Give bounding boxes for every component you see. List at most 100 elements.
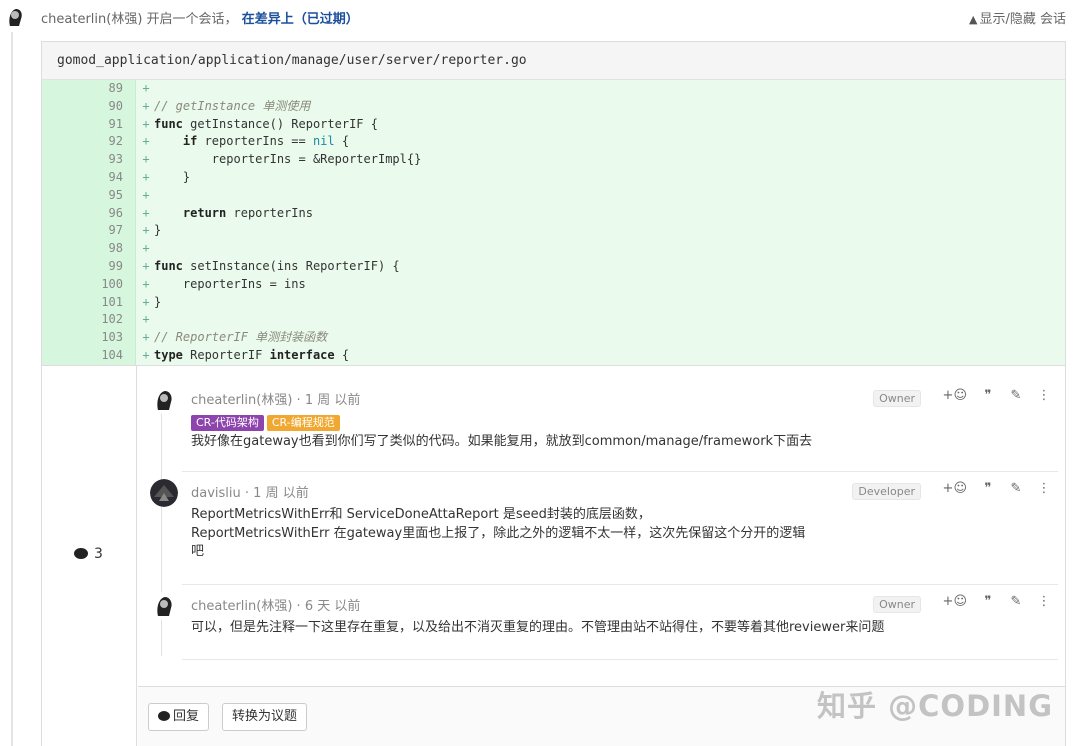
quote-icon[interactable]: ❞ (981, 481, 995, 496)
more-icon[interactable]: ⋮ (1037, 388, 1051, 403)
note-author[interactable]: davisliu (191, 486, 241, 501)
avatar[interactable] (150, 386, 178, 414)
emoji-icon[interactable]: +☺ (943, 594, 967, 609)
new-line-number[interactable]: 98 (89, 240, 136, 258)
new-line-number[interactable]: 101 (89, 293, 136, 312)
emoji-icon[interactable]: +☺ (943, 481, 967, 496)
discussion-gutter: 3 (42, 366, 137, 746)
edit-icon[interactable]: ✎ (1009, 481, 1023, 496)
new-line-number[interactable]: 93 (89, 151, 136, 169)
new-line-number[interactable]: 91 (89, 115, 136, 134)
added-marker: + (142, 241, 150, 256)
old-line-number (42, 329, 89, 347)
note-meta: cheaterlin(林强) · 1 周 以前 (191, 393, 361, 408)
note-time: 1 周 以前 (253, 486, 309, 501)
note-body: ReportMetricsWithErr和 ServiceDoneAttaRep… (191, 506, 805, 562)
new-line-number[interactable]: 94 (89, 168, 136, 187)
old-line-number (42, 346, 89, 365)
header-status[interactable]: 在差异上（已过期） (242, 12, 359, 27)
label-badge[interactable]: CR-代码架构 (191, 415, 264, 431)
more-icon[interactable]: ⋮ (1037, 594, 1051, 609)
added-marker: + (142, 134, 150, 149)
header-author[interactable]: cheaterlin(林强) (41, 12, 142, 27)
note-body: 我好像在gateway也看到你们写了类似的代码。如果能复用，就放到common/… (191, 433, 812, 452)
toggle-discussion-button[interactable]: ▲ 显示/隐藏 会话 (969, 8, 1066, 27)
note-item: cheaterlin(林强) · 6 天 以前 Owner +☺ ❞ ✎ ⋮ 可… (138, 592, 1065, 660)
old-line-number (42, 133, 89, 152)
new-line-number[interactable]: 97 (89, 222, 136, 241)
new-line-number[interactable]: 104 (89, 346, 136, 365)
code-line: 100 + reporterIns = ins (42, 275, 1065, 294)
note-item: davisliu · 1 周 以前 Developer +☺ ❞ ✎ ⋮ Rep… (138, 479, 1065, 585)
added-marker: + (142, 258, 150, 273)
code-line: 89 + (42, 80, 1065, 98)
note-body: 可以，但是先注释一下这里存在重复，以及给出不消灭重复的理由。不管理由站不站得住，… (191, 619, 884, 638)
note-time: 1 周 以前 (304, 393, 361, 408)
code-text: } (154, 223, 162, 238)
old-line-number (42, 80, 89, 98)
old-line-number (42, 168, 89, 187)
new-line-number[interactable]: 92 (89, 133, 136, 152)
old-line-number (42, 222, 89, 241)
convert-to-issue-button[interactable]: 转换为议题 (222, 703, 308, 731)
added-marker: + (142, 187, 150, 202)
old-line-number (42, 257, 89, 276)
toggle-label: 显示/隐藏 会话 (979, 12, 1066, 27)
comment-count[interactable]: 3 (74, 546, 103, 562)
old-line-number (42, 115, 89, 134)
new-line-number[interactable]: 100 (89, 275, 136, 294)
note-item: cheaterlin(林强) · 1 周 以前 Owner +☺ ❞ ✎ ⋮ C… (138, 386, 1065, 472)
note-meta: cheaterlin(林强) · 6 天 以前 (191, 599, 361, 614)
role-badge: Owner (873, 596, 921, 613)
old-line-number (42, 240, 89, 258)
added-marker: + (142, 347, 150, 362)
note-actions: +☺ ❞ ✎ ⋮ (943, 594, 1051, 609)
code-text: // getInstance 单测使用 (154, 98, 311, 113)
quote-icon[interactable]: ❞ (981, 594, 995, 609)
note-author[interactable]: cheaterlin(林强) (191, 393, 292, 408)
edit-icon[interactable]: ✎ (1009, 388, 1023, 403)
new-line-number[interactable]: 102 (89, 311, 136, 330)
new-line-number[interactable]: 96 (89, 204, 136, 223)
new-line-number[interactable]: 90 (89, 97, 136, 116)
old-line-number (42, 204, 89, 223)
code-line: 92 + if reporterIns == nil { (42, 133, 1065, 152)
chevron-up-icon: ▲ (969, 13, 978, 26)
old-line-number (42, 293, 89, 312)
code-text: func getInstance() ReporterIF { (154, 116, 378, 131)
code-line: 98 + (42, 240, 1065, 258)
label-badge[interactable]: CR-编程规范 (266, 415, 340, 431)
note-body-line: 吧 (191, 544, 205, 559)
new-line-number[interactable]: 103 (89, 329, 136, 347)
added-marker: + (142, 169, 150, 184)
added-marker: + (142, 81, 150, 95)
avatar[interactable] (150, 592, 178, 620)
note-actions: +☺ ❞ ✎ ⋮ (943, 481, 1051, 496)
more-icon[interactable]: ⋮ (1037, 481, 1051, 496)
code-text: // ReporterIF 单测封装函数 (154, 330, 328, 345)
quote-icon[interactable]: ❞ (981, 388, 995, 403)
comment-count-value: 3 (94, 546, 103, 562)
label-list: CR-代码架构 CR-编程规范 (191, 411, 343, 431)
note-divider (182, 584, 1058, 585)
code-line: 101 +} (42, 293, 1065, 312)
file-path[interactable]: gomod_application/application/manage/use… (42, 42, 1065, 80)
avatar[interactable] (150, 479, 178, 507)
added-marker: + (142, 116, 150, 131)
new-line-number[interactable]: 89 (89, 80, 136, 98)
note-body-line: ReportMetricsWithErr和 ServiceDoneAttaRep… (191, 507, 651, 522)
new-line-number[interactable]: 99 (89, 257, 136, 276)
author-avatar[interactable] (2, 4, 28, 30)
code-line: 95 + (42, 186, 1065, 205)
old-line-number (42, 311, 89, 330)
emoji-icon[interactable]: +☺ (943, 388, 967, 403)
edit-icon[interactable]: ✎ (1009, 594, 1023, 609)
code-text: reporterIns = &ReporterImpl{} (154, 152, 422, 167)
reply-button[interactable]: 回复 (148, 703, 210, 731)
code-line: 97 +} (42, 222, 1065, 241)
reply-label: 回复 (173, 709, 200, 724)
note-author[interactable]: cheaterlin(林强) (191, 599, 292, 614)
added-marker: + (142, 294, 150, 309)
new-line-number[interactable]: 95 (89, 186, 136, 205)
